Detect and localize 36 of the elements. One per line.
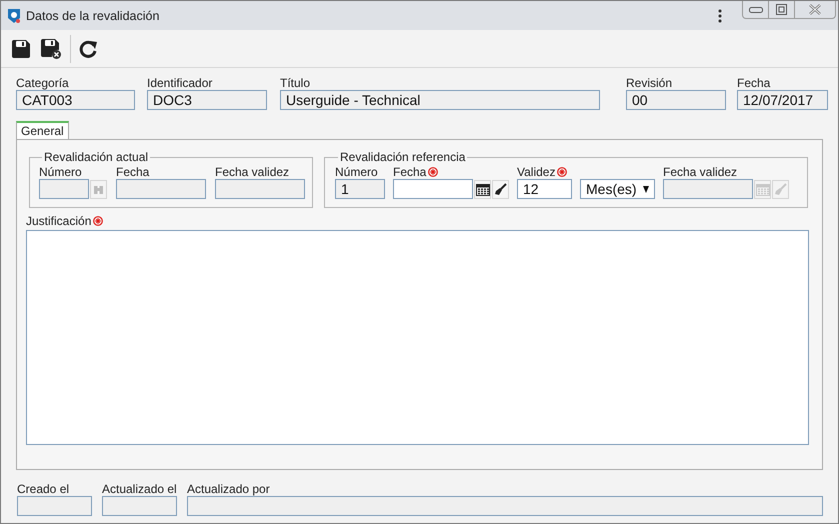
close-icon (809, 4, 821, 15)
dropdown-caret-icon (643, 186, 649, 192)
field-label: Fecha validez (215, 164, 290, 178)
field-label: Fecha (393, 164, 426, 178)
more-options-icon[interactable] (718, 8, 722, 22)
input-field[interactable]: 12 (517, 179, 572, 199)
binoculars-button[interactable] (90, 180, 107, 198)
app-logo-icon (7, 8, 21, 24)
group-title: Revalidación referencia (339, 150, 466, 164)
field-label: Revisión (626, 76, 672, 90)
restore-icon (776, 4, 787, 15)
field-label: Fecha (737, 76, 770, 90)
field-label: Fecha validez (663, 164, 738, 178)
required-icon (428, 166, 438, 176)
field-label: Título (280, 76, 310, 90)
field-label: Justificación (26, 214, 92, 228)
input-field[interactable] (393, 179, 473, 199)
brush-button[interactable] (492, 180, 509, 198)
unit-dropdown[interactable]: Mes(es) (580, 179, 655, 199)
field-label: Creado el (17, 482, 70, 496)
field-label: Fecha (116, 164, 150, 178)
binoculars-icon (93, 184, 104, 194)
required-icon (93, 216, 104, 226)
group-title: Revalidación actual (43, 150, 150, 164)
required-icon (557, 166, 568, 176)
window-title: Datos de la revalidación (26, 8, 160, 22)
field-label: Actualizado por (187, 482, 270, 496)
field-label: Categoría (16, 76, 69, 90)
minimize-icon (748, 6, 762, 12)
field-label: Actualizado el (102, 482, 177, 496)
field-label: Identificador (147, 76, 212, 90)
tab[interactable]: General (16, 121, 69, 139)
field-label: Validez (517, 164, 556, 178)
field-label: Número (335, 164, 378, 178)
field-label: Número (39, 164, 82, 178)
calendar-button[interactable] (474, 180, 491, 198)
